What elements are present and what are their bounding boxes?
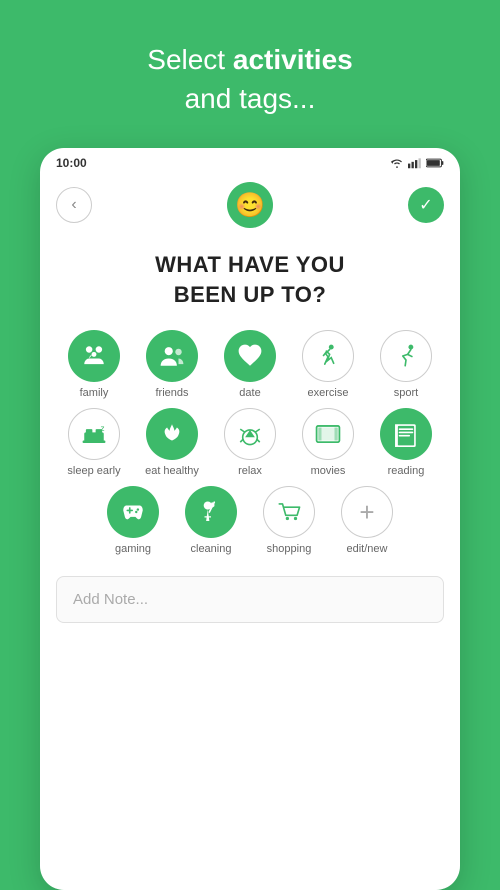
phone-container: 10:00 ‹ 😊 ✓ WHAT HAVE YO (40, 148, 460, 890)
add-note-field[interactable]: Add Note... (56, 576, 444, 623)
activity-edit-new[interactable]: + edit/new (333, 486, 401, 556)
cleaning-label: cleaning (191, 543, 232, 556)
cleaning-icon-circle (185, 486, 237, 538)
family-label: family (80, 387, 109, 400)
activity-gaming[interactable]: gaming (99, 486, 167, 556)
activity-reading[interactable]: reading (372, 408, 440, 478)
back-button[interactable]: ‹ (56, 187, 92, 223)
header-bold: activities (233, 44, 353, 75)
activity-row-1: family friends (56, 330, 444, 400)
activity-relax[interactable]: relax (216, 408, 284, 478)
sport-icon-circle (380, 330, 432, 382)
activity-cleaning[interactable]: cleaning (177, 486, 245, 556)
reading-icon-circle (380, 408, 432, 460)
question-text: WHAT HAVE YOUBEEN UP TO? (60, 250, 440, 309)
activity-shopping[interactable]: shopping (255, 486, 323, 556)
edit-new-label: edit/new (347, 543, 388, 556)
activity-row-2: z sleep early eat healthy (56, 408, 444, 478)
activity-eat-healthy[interactable]: eat healthy (138, 408, 206, 478)
check-button[interactable]: ✓ (408, 187, 444, 223)
family-icon-circle (68, 330, 120, 382)
gaming-icon-circle (107, 486, 159, 538)
sleep-early-label: sleep early (67, 465, 120, 478)
sport-label: sport (394, 387, 418, 400)
movies-icon-circle (302, 408, 354, 460)
relax-label: relax (238, 465, 262, 478)
date-icon-circle (224, 330, 276, 382)
battery-icon (426, 157, 444, 169)
activity-date[interactable]: date (216, 330, 284, 400)
wifi-icon (390, 157, 404, 169)
header-line1: Select (147, 44, 233, 75)
edit-new-icon-circle: + (341, 486, 393, 538)
signal-icon (408, 157, 422, 169)
date-label: date (239, 387, 260, 400)
activity-exercise[interactable]: exercise (294, 330, 362, 400)
movies-label: movies (311, 465, 346, 478)
emoji-icon: 😊 (227, 182, 273, 228)
header: Select activities and tags... (127, 0, 372, 148)
sleep-early-icon-circle: z (68, 408, 120, 460)
activity-sport[interactable]: sport (372, 330, 440, 400)
status-icons (390, 157, 444, 169)
question-section: WHAT HAVE YOUBEEN UP TO? (40, 240, 460, 329)
eat-healthy-label: eat healthy (145, 465, 199, 478)
activity-family[interactable]: family (60, 330, 128, 400)
friends-icon-circle (146, 330, 198, 382)
relax-icon-circle (224, 408, 276, 460)
gaming-label: gaming (115, 543, 151, 556)
nav-bar: ‹ 😊 ✓ (40, 174, 460, 240)
exercise-label: exercise (308, 387, 349, 400)
reading-label: reading (388, 465, 425, 478)
status-time: 10:00 (56, 156, 87, 170)
add-note-placeholder: Add Note... (73, 591, 148, 608)
activity-row-3: gaming cleaning (56, 486, 444, 556)
friends-label: friends (155, 387, 188, 400)
status-bar: 10:00 (40, 148, 460, 174)
svg-text:z: z (101, 424, 105, 433)
header-line2: and tags... (185, 83, 316, 114)
eat-healthy-icon-circle (146, 408, 198, 460)
shopping-icon-circle (263, 486, 315, 538)
activities-grid: family friends (40, 330, 460, 561)
activity-movies[interactable]: movies (294, 408, 362, 478)
shopping-label: shopping (267, 543, 312, 556)
exercise-icon-circle (302, 330, 354, 382)
activity-friends[interactable]: friends (138, 330, 206, 400)
activity-sleep-early[interactable]: z sleep early (60, 408, 128, 478)
